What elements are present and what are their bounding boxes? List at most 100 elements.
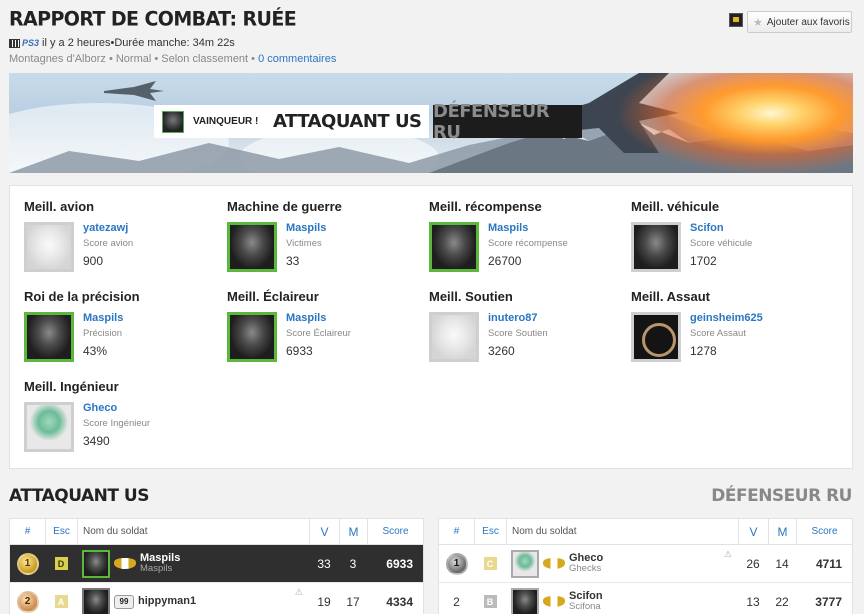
award-best-assault: Meill. Assaut geinsheim625 Score Assaut 12…	[631, 289, 831, 369]
award-war-machine: Machine de guerre Maspils Victimes 33	[227, 199, 427, 279]
award-best-reward: Meill. récompense Maspils Score récompens…	[429, 199, 629, 279]
avatar[interactable]	[511, 549, 539, 578]
score: 3777	[815, 594, 842, 609]
table-header: # Esc Nom du soldat V M Score	[439, 519, 852, 545]
avatar[interactable]	[24, 222, 74, 272]
avatar[interactable]	[429, 312, 479, 362]
award-best-vehicle: Meill. véhicule Scifon Score véhicule 1702	[631, 199, 831, 279]
sort-squad[interactable]: Esc	[474, 519, 506, 544]
avatar[interactable]	[82, 549, 110, 578]
player-tag: Ghecks	[569, 563, 602, 575]
warning-icon: ⚠	[294, 587, 303, 597]
avatar[interactable]	[631, 222, 681, 272]
sort-score[interactable]: Score	[367, 519, 423, 544]
award-best-support: Meill. Soutien inutero87 Score Soutien 326…	[429, 289, 629, 369]
award-best-recon: Meill. Éclaireur Maspils Score Éclaireur 6…	[227, 289, 427, 369]
player-link[interactable]: Maspils	[286, 223, 326, 234]
difficulty: Normal	[115, 53, 152, 65]
squad-badge: A	[54, 595, 68, 608]
comments-link[interactable]: 0 commentaires	[258, 53, 336, 65]
sort-deaths[interactable]: M	[339, 519, 367, 544]
team-title-defender[interactable]: DÉFENSEUR RU	[711, 486, 852, 506]
game-mode: Selon classement	[161, 53, 249, 65]
rank-number: 2	[453, 594, 460, 609]
score: 4711	[815, 556, 842, 571]
table-header: # Esc Nom du soldat V M Score	[10, 519, 423, 545]
battle-banner	[9, 73, 853, 173]
medal-icon: 1	[445, 552, 468, 575]
player-tag: Maspils	[140, 563, 173, 575]
deaths: 22	[775, 594, 789, 609]
avatar[interactable]	[631, 312, 681, 362]
player-link[interactable]: Maspils	[286, 313, 351, 324]
player-link[interactable]: Maspils	[83, 313, 123, 324]
avatar[interactable]	[227, 222, 277, 272]
awards-panel: Meill. avion yatezawj Score avion 900 Mach…	[9, 185, 853, 469]
player-link[interactable]: Scifon	[690, 223, 752, 234]
score: 6933	[386, 556, 413, 571]
player-link[interactable]: Maspils	[488, 223, 568, 234]
deaths: 14	[775, 556, 789, 571]
avatar[interactable]	[24, 402, 74, 452]
team-title-attacker: ATTAQUANT US	[9, 486, 149, 506]
winner-avatar	[162, 110, 184, 133]
page-title: RAPPORT DE COMBAT: RUÉE	[9, 7, 297, 31]
sort-score[interactable]: Score	[796, 519, 852, 544]
star-icon: ★	[753, 16, 763, 29]
match-meta: PS3 il y a 2 heures • Durée manche: 34m …	[9, 37, 235, 49]
scoreboard-defender: # Esc Nom du soldat V M Score 1 C Gheco G…	[438, 518, 853, 614]
player-link[interactable]: geinsheim625	[690, 313, 763, 324]
scoreboard-attacker: # Esc Nom du soldat V M Score 1 D Maspil…	[9, 518, 424, 614]
pin-icon[interactable]	[729, 13, 743, 27]
loser-panel: DÉFENSEUR RU	[433, 101, 582, 143]
round-duration: Durée manche: 34m 22s	[114, 37, 235, 49]
sort-kills[interactable]: V	[738, 519, 768, 544]
sort-rank[interactable]: #	[10, 519, 45, 544]
sort-name[interactable]: Nom du soldat	[506, 519, 738, 544]
table-row[interactable]: 2 B Scifon Scifona 13 22 3777	[439, 583, 852, 614]
rank-insignia-icon	[543, 558, 565, 569]
squad-badge: C	[483, 557, 497, 570]
player-tag: Scifona	[569, 601, 601, 613]
award-best-aircraft: Meill. avion yatezawj Score avion 900	[24, 199, 224, 279]
platform-ps3-icon: PS3	[9, 38, 39, 48]
gold-medal-icon: 1	[16, 552, 39, 575]
avatar[interactable]	[24, 312, 74, 362]
kills: 13	[746, 594, 760, 609]
rank-insignia-icon	[114, 558, 136, 569]
sort-name[interactable]: Nom du soldat	[77, 519, 309, 544]
deaths: 3	[349, 556, 357, 571]
score: 4334	[386, 594, 413, 609]
avatar[interactable]	[429, 222, 479, 272]
explosion-illustration	[619, 73, 853, 173]
table-row[interactable]: 2 A 99 hippyman1 ⚠ 19 17 4334	[10, 583, 423, 614]
add-favorite-button[interactable]: ★ Ajouter aux favoris	[747, 11, 852, 33]
avatar[interactable]	[227, 312, 277, 362]
winner-team: ATTAQUANT US	[273, 111, 422, 132]
sort-squad[interactable]: Esc	[45, 519, 77, 544]
sort-kills[interactable]: V	[309, 519, 339, 544]
deaths: 17	[346, 594, 360, 609]
award-best-engineer: Meill. Ingénieur Gheco Score Ingénieur 349…	[24, 379, 224, 459]
table-row[interactable]: 1 D Maspils Maspils 33 3 6933	[10, 545, 423, 583]
player-link[interactable]: yatezawj	[83, 223, 133, 234]
winner-label: VAINQUEUR !	[193, 116, 259, 127]
time-ago: il y a 2 heures	[42, 37, 111, 49]
squad-badge: D	[54, 557, 68, 570]
avatar[interactable]	[82, 587, 110, 614]
player-name[interactable]: hippyman1	[138, 595, 196, 607]
kills: 33	[317, 556, 331, 571]
table-row[interactable]: 1 C Gheco Ghecks ⚠ 26 14 4711	[439, 545, 852, 583]
sort-deaths[interactable]: M	[768, 519, 796, 544]
rank-insignia-icon	[543, 596, 565, 607]
player-link[interactable]: Gheco	[83, 403, 150, 414]
avatar[interactable]	[511, 587, 539, 614]
kills: 26	[746, 556, 760, 571]
squad-badge: B	[483, 595, 497, 608]
sort-rank[interactable]: #	[439, 519, 474, 544]
winner-panel: VAINQUEUR ! ATTAQUANT US	[154, 105, 429, 138]
map-name: Montagnes d'Alborz	[9, 53, 106, 65]
player-link[interactable]: inutero87	[488, 313, 548, 324]
match-details: Montagnes d'Alborz • Normal • Selon clas…	[9, 53, 337, 65]
rank-insignia-icon: 99	[114, 594, 134, 609]
